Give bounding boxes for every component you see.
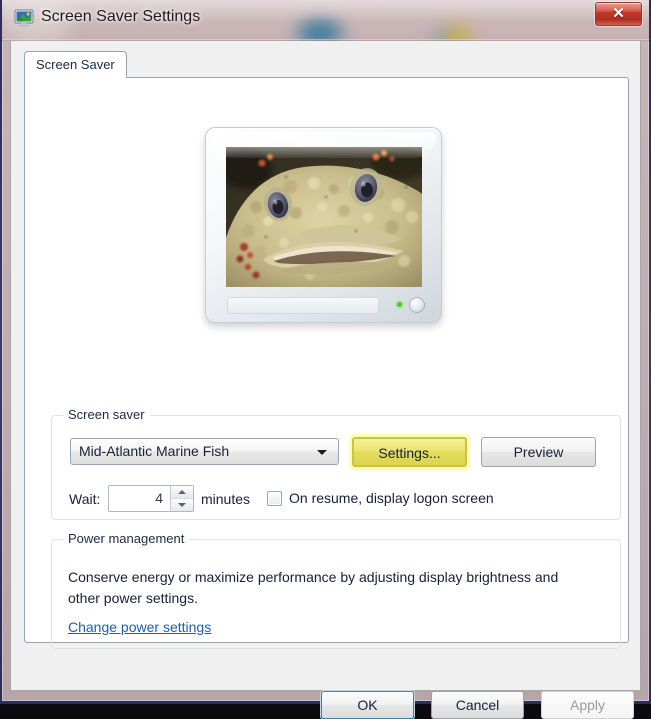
wait-label: Wait: xyxy=(69,491,101,507)
change-power-settings-link[interactable]: Change power settings xyxy=(68,619,211,635)
cancel-button[interactable]: Cancel xyxy=(431,691,524,719)
on-resume-logon-checkbox[interactable] xyxy=(267,491,282,506)
ok-button[interactable]: OK xyxy=(321,691,414,719)
stepper-down-icon[interactable] xyxy=(171,499,193,511)
close-icon: ✕ xyxy=(612,5,625,22)
window-title: Screen Saver Settings xyxy=(41,8,201,25)
tab-screen-saver[interactable]: Screen Saver xyxy=(24,51,127,78)
screen-saver-group-label: Screen saver xyxy=(63,407,150,422)
power-management-description: Conserve energy or maximize performance … xyxy=(68,569,559,606)
monitor-slot xyxy=(227,297,379,314)
title-bar: Screen Saver Settings ✕ xyxy=(2,0,649,41)
on-resume-logon-label: On resume, display logon screen xyxy=(289,490,494,506)
power-management-group-label: Power management xyxy=(63,531,190,546)
stepper-buttons xyxy=(170,486,193,511)
desktop-blur-blob xyxy=(297,20,343,41)
tab-label: Screen Saver xyxy=(36,57,115,72)
dialog-client-area: Screen Saver Screen saver Mid-Atlantic M… xyxy=(10,41,641,719)
stepper-up-icon[interactable] xyxy=(171,486,193,499)
tab-strip: Screen Saver xyxy=(24,51,629,78)
screen-saver-preview-monitor xyxy=(205,127,442,323)
minutes-label: minutes xyxy=(201,491,251,507)
power-led-icon xyxy=(397,302,402,307)
close-button[interactable]: ✕ xyxy=(595,2,642,26)
fish-preview-image xyxy=(226,147,422,287)
wait-minutes-stepper[interactable]: 4 xyxy=(108,485,194,512)
apply-button: Apply xyxy=(541,691,634,719)
display-monitor-icon xyxy=(14,9,34,27)
screen-saver-settings-window: Screen Saver Settings ✕ Screen Saver Scr… xyxy=(0,0,651,719)
screen-saver-dropdown[interactable]: Mid-Atlantic Marine Fish xyxy=(70,438,339,465)
monitor-power-button-icon xyxy=(409,297,425,313)
preview-button[interactable]: Preview xyxy=(481,437,596,467)
screen-saver-dropdown-value: Mid-Atlantic Marine Fish xyxy=(79,443,230,459)
settings-button[interactable]: Settings... xyxy=(352,437,467,467)
chevron-down-icon xyxy=(317,450,327,455)
preview-screen xyxy=(226,147,422,287)
wait-minutes-value: 4 xyxy=(155,490,163,506)
